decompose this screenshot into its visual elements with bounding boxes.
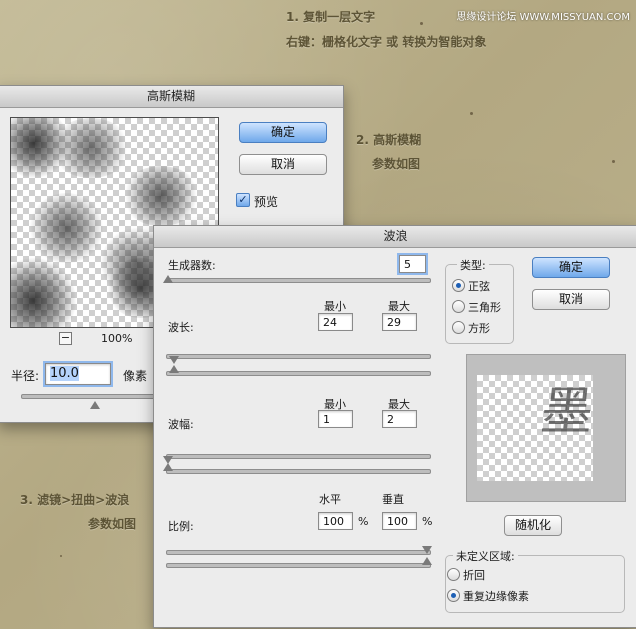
generators-slider-track[interactable] xyxy=(166,278,431,283)
blur-blob xyxy=(121,166,201,226)
watermark: 思缘设计论坛 WWW.MISSYUAN.COM xyxy=(456,12,630,23)
wavelength-min-thumb[interactable] xyxy=(169,356,179,364)
blur-blob xyxy=(51,118,131,178)
gaussian-cancel-button[interactable]: 取消 xyxy=(239,154,327,175)
scale-vertical-track[interactable] xyxy=(166,563,431,568)
min-header: 最小 xyxy=(324,300,346,313)
wave-cancel-button[interactable]: 取消 xyxy=(532,289,610,310)
wavelength-max-field[interactable]: 29 xyxy=(382,313,417,331)
amplitude-min-track[interactable] xyxy=(166,454,431,459)
type-square-radio[interactable] xyxy=(452,321,465,334)
amplitude-max-field[interactable]: 2 xyxy=(382,410,417,428)
step3-title: 3. 滤镜>扭曲>波浪 xyxy=(20,493,130,507)
scale-label: 比例: xyxy=(168,520,194,533)
gaussian-ok-button[interactable]: 确定 xyxy=(239,122,327,143)
paper-spot xyxy=(60,555,62,557)
repeat-edge-radio[interactable] xyxy=(447,589,460,602)
step1-description: 右键：栅格化文字 或 转换为智能对象 xyxy=(286,35,487,49)
type-triangle-radio[interactable] xyxy=(452,300,465,313)
amplitude-max-track[interactable] xyxy=(166,469,431,474)
radius-value: 10.0 xyxy=(50,366,79,381)
amplitude-label: 波幅: xyxy=(168,418,194,431)
wavelength-label: 波长: xyxy=(168,321,194,334)
radius-slider-track[interactable] xyxy=(21,394,163,399)
repeat-edge-label: 重复边缘像素 xyxy=(463,590,529,603)
gaussian-blur-title[interactable]: 高斯模糊 xyxy=(0,86,343,108)
generators-slider-thumb[interactable] xyxy=(163,275,173,283)
generators-value: 5 xyxy=(404,258,411,271)
radius-unit: 像素 xyxy=(123,369,148,383)
amplitude-max-thumb[interactable] xyxy=(163,463,173,471)
scale-horizontal-percent: % xyxy=(358,515,369,528)
step2-description: 参数如图 xyxy=(372,157,421,171)
undefined-area-label: 未定义区域: xyxy=(453,548,518,564)
paper-spot xyxy=(420,22,423,25)
radius-field[interactable]: 10.0 xyxy=(45,363,111,385)
preview-label: 预览 xyxy=(254,195,279,209)
scale-vertical-percent: % xyxy=(422,515,433,528)
step3-description: 参数如图 xyxy=(88,517,137,531)
type-square-label: 方形 xyxy=(468,322,490,335)
wrap-around-label: 折回 xyxy=(463,569,485,582)
scale-vertical-field[interactable]: 100 xyxy=(382,512,417,530)
scale-horizontal-track[interactable] xyxy=(166,550,431,555)
amplitude-min-field[interactable]: 1 xyxy=(318,410,353,428)
blur-blob xyxy=(29,193,104,263)
paper-spot xyxy=(470,112,473,115)
type-label: 类型: xyxy=(457,257,489,273)
vertical-header: 垂直 xyxy=(382,493,404,506)
wavelength-max-thumb[interactable] xyxy=(169,365,179,373)
step1-title: 1. 复制一层文字 xyxy=(286,10,376,24)
type-sine-radio[interactable] xyxy=(452,279,465,292)
radius-slider-thumb[interactable] xyxy=(90,401,100,409)
wave-preview-frame: 墨 xyxy=(466,354,626,502)
scale-horizontal-thumb[interactable] xyxy=(422,546,432,554)
radius-label: 半径: xyxy=(11,369,40,383)
wavelength-min-field[interactable]: 24 xyxy=(318,313,353,331)
generators-label: 生成器数: xyxy=(168,259,216,272)
wavelength-min-track[interactable] xyxy=(166,354,431,359)
wave-preview[interactable]: 墨 xyxy=(477,375,596,481)
scale-vertical-thumb[interactable] xyxy=(422,557,432,565)
type-sine-label: 正弦 xyxy=(468,280,490,293)
wrap-around-radio[interactable] xyxy=(447,568,460,581)
zoom-out-button[interactable]: − xyxy=(59,332,72,345)
zoom-level: 100% xyxy=(101,332,133,345)
wave-dialog: 波浪 生成器数: 5 最小 最大 波长: 24 29 最小 最大 波幅: 1 2… xyxy=(153,225,636,628)
scale-horizontal-field[interactable]: 100 xyxy=(318,512,353,530)
type-triangle-label: 三角形 xyxy=(468,301,501,314)
preview-checkbox[interactable]: ✓ xyxy=(236,193,250,207)
paper-spot xyxy=(612,160,615,163)
blur-blob xyxy=(11,258,76,327)
wave-ok-button[interactable]: 确定 xyxy=(532,257,610,278)
step2-title: 2. 高斯模糊 xyxy=(356,133,422,147)
wave-preview-glyph: 墨 xyxy=(537,382,597,442)
wave-title[interactable]: 波浪 xyxy=(154,226,636,248)
max-header: 最大 xyxy=(388,300,410,313)
randomize-button[interactable]: 随机化 xyxy=(504,515,562,536)
generators-field[interactable]: 5 xyxy=(399,255,426,273)
wavelength-max-track[interactable] xyxy=(166,371,431,376)
horizontal-header: 水平 xyxy=(319,493,341,506)
